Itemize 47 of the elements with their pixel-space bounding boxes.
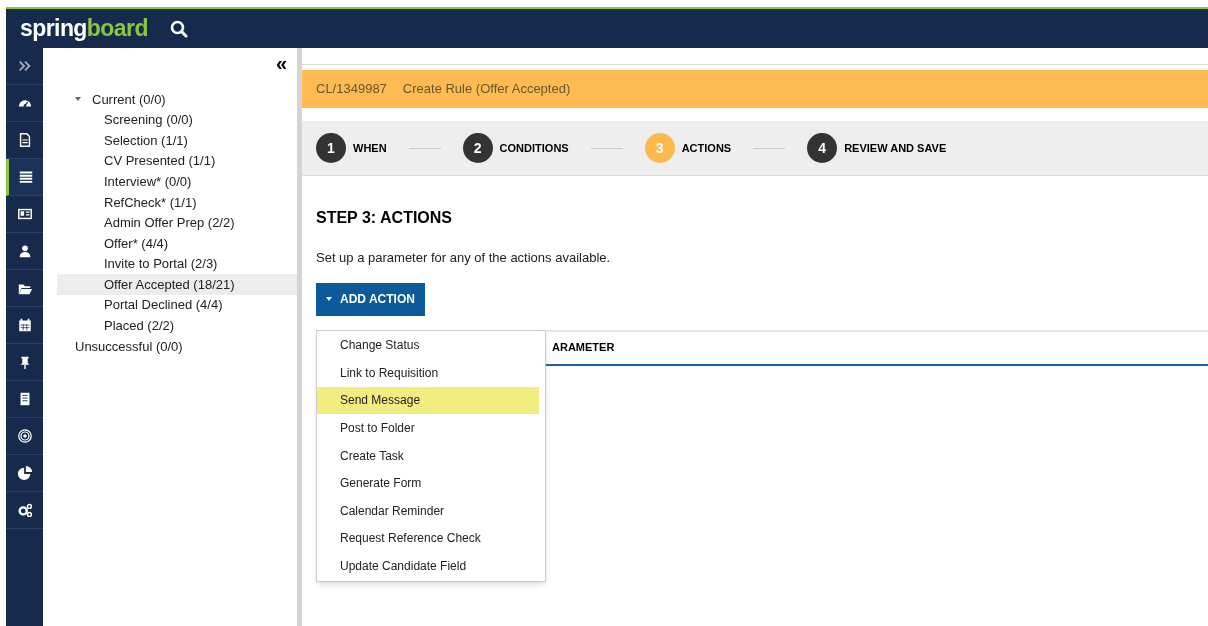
- column-header: ARAMETER: [552, 340, 615, 356]
- tree-item[interactable]: Screening (0/0): [57, 109, 297, 131]
- step-number[interactable]: 1: [316, 133, 346, 163]
- step-label[interactable]: CONDITIONS: [499, 139, 569, 157]
- search-icon[interactable]: [169, 19, 188, 38]
- tree-item[interactable]: Portal Declined (4/4): [57, 294, 297, 316]
- menu-item[interactable]: Send Message: [317, 386, 539, 415]
- step-label[interactable]: WHEN: [353, 139, 387, 157]
- gears-icon: [16, 502, 33, 518]
- menu-item[interactable]: Calendar Reminder: [317, 497, 539, 525]
- reference-number: CL/1349987: [316, 80, 387, 99]
- step-label[interactable]: ACTIONS: [681, 139, 732, 157]
- springboard-logo: springboard: [20, 17, 148, 40]
- menu-item[interactable]: Change Status: [317, 331, 539, 360]
- menu-item[interactable]: Request Reference Check: [317, 524, 539, 553]
- step-number[interactable]: 2: [462, 133, 493, 163]
- tree-item[interactable]: Unsuccessful (0/0): [57, 336, 297, 357]
- rail-item[interactable]: [6, 159, 43, 196]
- calendar-icon: [16, 317, 33, 333]
- tree-item[interactable]: Invite to Portal (2/3): [57, 253, 297, 275]
- tree-item[interactable]: Offer Accepted (18/21): [57, 274, 297, 295]
- tree-item[interactable]: CV Presented (1/1): [57, 150, 297, 172]
- section-description: Set up a parameter for any of the actions available.: [316, 249, 612, 267]
- add-action-button[interactable]: ADD ACTION: [316, 282, 425, 316]
- expand-icon: [16, 58, 33, 74]
- tree-item[interactable]: Placed (2/2): [57, 315, 297, 337]
- pie-chart-icon: [16, 465, 33, 481]
- step-number[interactable]: 4: [807, 133, 838, 163]
- banner-title: Create Rule (Offer Accepted): [402, 80, 571, 99]
- menu-item[interactable]: Generate Form: [317, 469, 539, 498]
- tree-item[interactable]: Interview* (0/0): [57, 171, 297, 192]
- list-icon: [18, 169, 34, 185]
- tree-item[interactable]: RefCheck* (1/1): [57, 191, 297, 213]
- tree-item[interactable]: Selection (1/1): [57, 130, 297, 151]
- collapse-panel-button[interactable]: «: [275, 53, 287, 73]
- menu-item[interactable]: Post to Folder: [317, 414, 539, 442]
- tree-item[interactable]: Current (0/0): [57, 89, 297, 110]
- step-label[interactable]: REVIEW AND SAVE: [844, 139, 947, 157]
- menu-item[interactable]: Link to Requisition: [317, 359, 539, 387]
- target-icon: [16, 428, 33, 444]
- tree-item[interactable]: Admin Offer Prep (2/2): [57, 212, 297, 234]
- section-heading: STEP 3: ACTIONS: [316, 208, 454, 228]
- menu-item[interactable]: Update Candidate Field: [317, 552, 539, 580]
- tree-item[interactable]: Offer* (4/4): [57, 233, 297, 254]
- expand-caret-icon[interactable]: [75, 97, 81, 102]
- id-card-icon: [16, 206, 33, 222]
- menu-item[interactable]: Create Task: [317, 441, 539, 470]
